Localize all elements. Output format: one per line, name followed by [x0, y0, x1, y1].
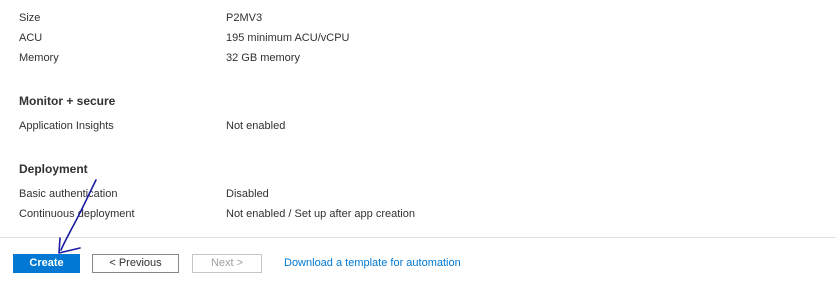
download-template-link[interactable]: Download a template for automation: [284, 255, 461, 272]
row-value: 32 GB memory: [226, 52, 300, 64]
section-title-deployment: Deployment: [19, 162, 88, 176]
row-value: Not enabled / Set up after app creation: [226, 208, 415, 220]
row-label: Size: [19, 12, 41, 24]
row-label: ACU: [19, 32, 43, 44]
previous-button[interactable]: < Previous: [92, 254, 179, 273]
row-value: P2MV3: [226, 12, 263, 24]
row-label: Memory: [19, 52, 59, 64]
row-value: Disabled: [226, 188, 269, 200]
create-button[interactable]: Create: [13, 254, 80, 273]
row-value: 195 minimum ACU/vCPU: [226, 32, 350, 44]
row-label: Continuous deployment: [19, 208, 135, 220]
section-title-monitor: Monitor + secure: [19, 94, 116, 108]
next-button: Next >: [192, 254, 262, 273]
row-value: Not enabled: [226, 120, 286, 132]
row-label: Basic authentication: [19, 188, 118, 200]
wizard-footer: Create < Previous Next > Download a temp…: [0, 238, 836, 289]
review-create-page: Size P2MV3 ACU 195 minimum ACU/vCPU Memo…: [0, 0, 836, 289]
row-label: Application Insights: [19, 120, 114, 132]
review-summary: Size P2MV3 ACU 195 minimum ACU/vCPU Memo…: [0, 0, 836, 236]
